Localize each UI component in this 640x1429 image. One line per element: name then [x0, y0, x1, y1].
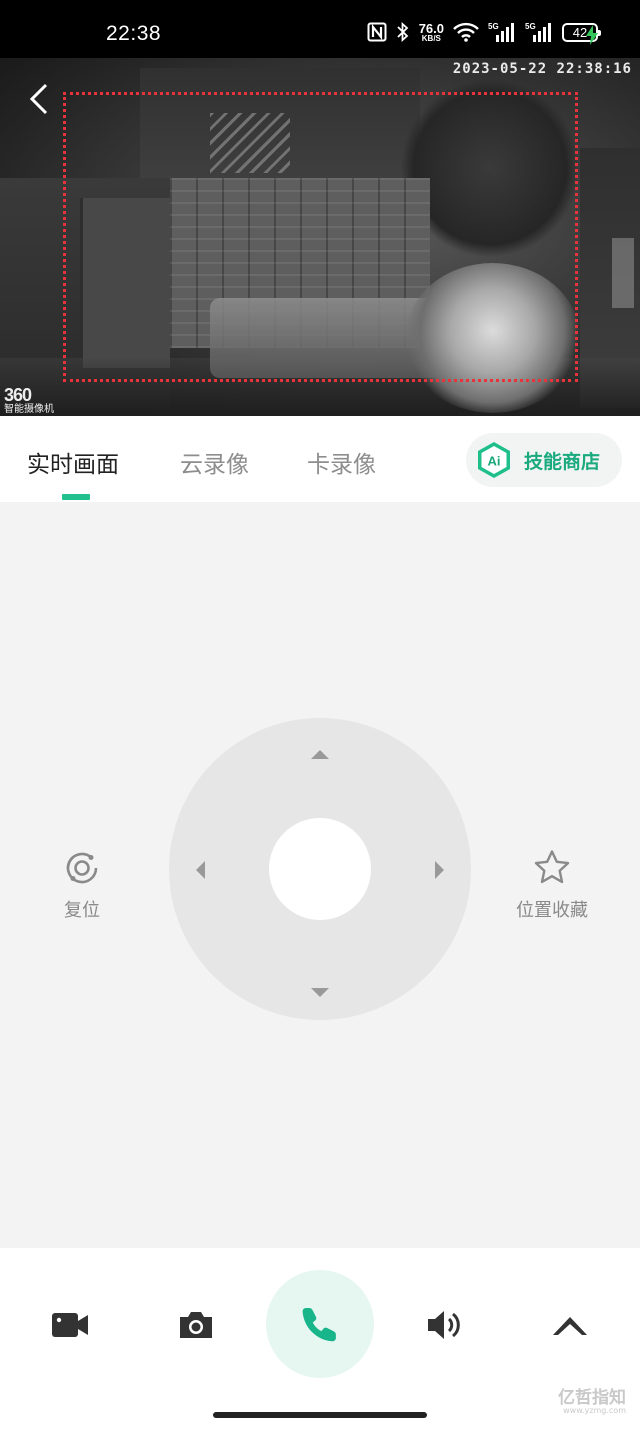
- logo-number: 360: [4, 385, 32, 405]
- home-indicator: [213, 1412, 427, 1418]
- pan-left-arrow[interactable]: [194, 860, 206, 884]
- call-button[interactable]: [266, 1270, 374, 1378]
- triangle-right-icon: [435, 861, 444, 879]
- signal-icon-2: 5G: [525, 21, 553, 43]
- ptz-control-area: 复位 位置收藏: [0, 502, 640, 1248]
- reset-icon: [66, 852, 98, 884]
- watermark-url: www.yzmg.com: [563, 1406, 626, 1415]
- star-icon: [534, 850, 570, 884]
- status-icons: 76.0 KB/S 5G 5G 42: [367, 18, 601, 46]
- tab-cloud-recording[interactable]: 云录像: [180, 445, 249, 479]
- snapshot-button[interactable]: [175, 1306, 217, 1344]
- sim2-network-tag: 5G: [525, 22, 536, 31]
- pan-right-arrow[interactable]: [434, 860, 446, 884]
- tab-card-recording[interactable]: 卡录像: [307, 445, 376, 479]
- bluetooth-icon: [396, 22, 410, 42]
- triangle-up-icon: [311, 750, 329, 759]
- skill-store-label: 技能商店: [524, 450, 601, 473]
- camera-brand-logo: 360 智能摄像机: [4, 386, 54, 415]
- expand-up-button[interactable]: [548, 1310, 592, 1340]
- chevron-up-icon: [553, 1317, 587, 1335]
- pan-down-arrow[interactable]: [310, 984, 330, 1003]
- site-watermark: 亿哲指知 www.yzmg.com: [558, 1390, 626, 1415]
- active-tab-indicator: [62, 494, 90, 500]
- triangle-down-icon: [311, 988, 329, 997]
- ptz-joystick[interactable]: [169, 718, 471, 1020]
- signal-icon: 5G: [488, 21, 516, 43]
- status-time: 22:38: [106, 22, 162, 45]
- phone-icon: [302, 1308, 336, 1342]
- sim1-network-tag: 5G: [488, 22, 499, 31]
- net-speed-unit: KB/S: [421, 33, 441, 43]
- favorite-position-label: 位置收藏: [516, 900, 588, 921]
- watermark-text: 亿哲指知: [558, 1388, 626, 1408]
- triangle-left-icon: [196, 861, 205, 879]
- tab-live-view[interactable]: 实时画面: [27, 445, 119, 479]
- volume-button[interactable]: [424, 1306, 466, 1344]
- record-video-button[interactable]: [48, 1306, 92, 1344]
- net-speed-value: 76.0: [418, 20, 444, 36]
- camera-live-feed[interactable]: 2023-05-22 22:38:16 360 智能摄像机: [0, 58, 640, 416]
- favorite-position-button[interactable]: 位置收藏: [516, 848, 588, 922]
- ai-badge-icon: Ai: [474, 440, 514, 480]
- chevron-left-icon: [29, 83, 48, 115]
- status-bar: 22:38 76.0 KB/S 5G 5G 42: [0, 0, 640, 58]
- video-camera-icon: [52, 1313, 88, 1337]
- wifi-icon: [453, 22, 479, 42]
- speaker-icon: [428, 1311, 460, 1339]
- nfc-icon: [367, 22, 387, 42]
- reset-button[interactable]: 复位: [62, 848, 102, 922]
- view-tabs: 实时画面 云录像 卡录像 Ai 技能商店: [0, 416, 640, 502]
- back-button[interactable]: [22, 80, 56, 118]
- video-timestamp: 2023-05-22 22:38:16: [452, 61, 632, 77]
- logo-text: 智能摄像机: [4, 404, 54, 415]
- pan-up-arrow[interactable]: [310, 745, 330, 764]
- camera-icon: [180, 1312, 212, 1338]
- charging-icon: [586, 25, 598, 49]
- bottom-toolbar: 亿哲指知 www.yzmg.com: [0, 1248, 640, 1429]
- motion-detection-box: [63, 92, 578, 382]
- ai-badge-text: Ai: [488, 454, 501, 469]
- ptz-center-knob[interactable]: [269, 818, 371, 920]
- skill-store-button[interactable]: Ai 技能商店: [466, 433, 622, 487]
- reset-label: 复位: [64, 900, 100, 921]
- network-speed: 76.0 KB/S: [419, 22, 444, 43]
